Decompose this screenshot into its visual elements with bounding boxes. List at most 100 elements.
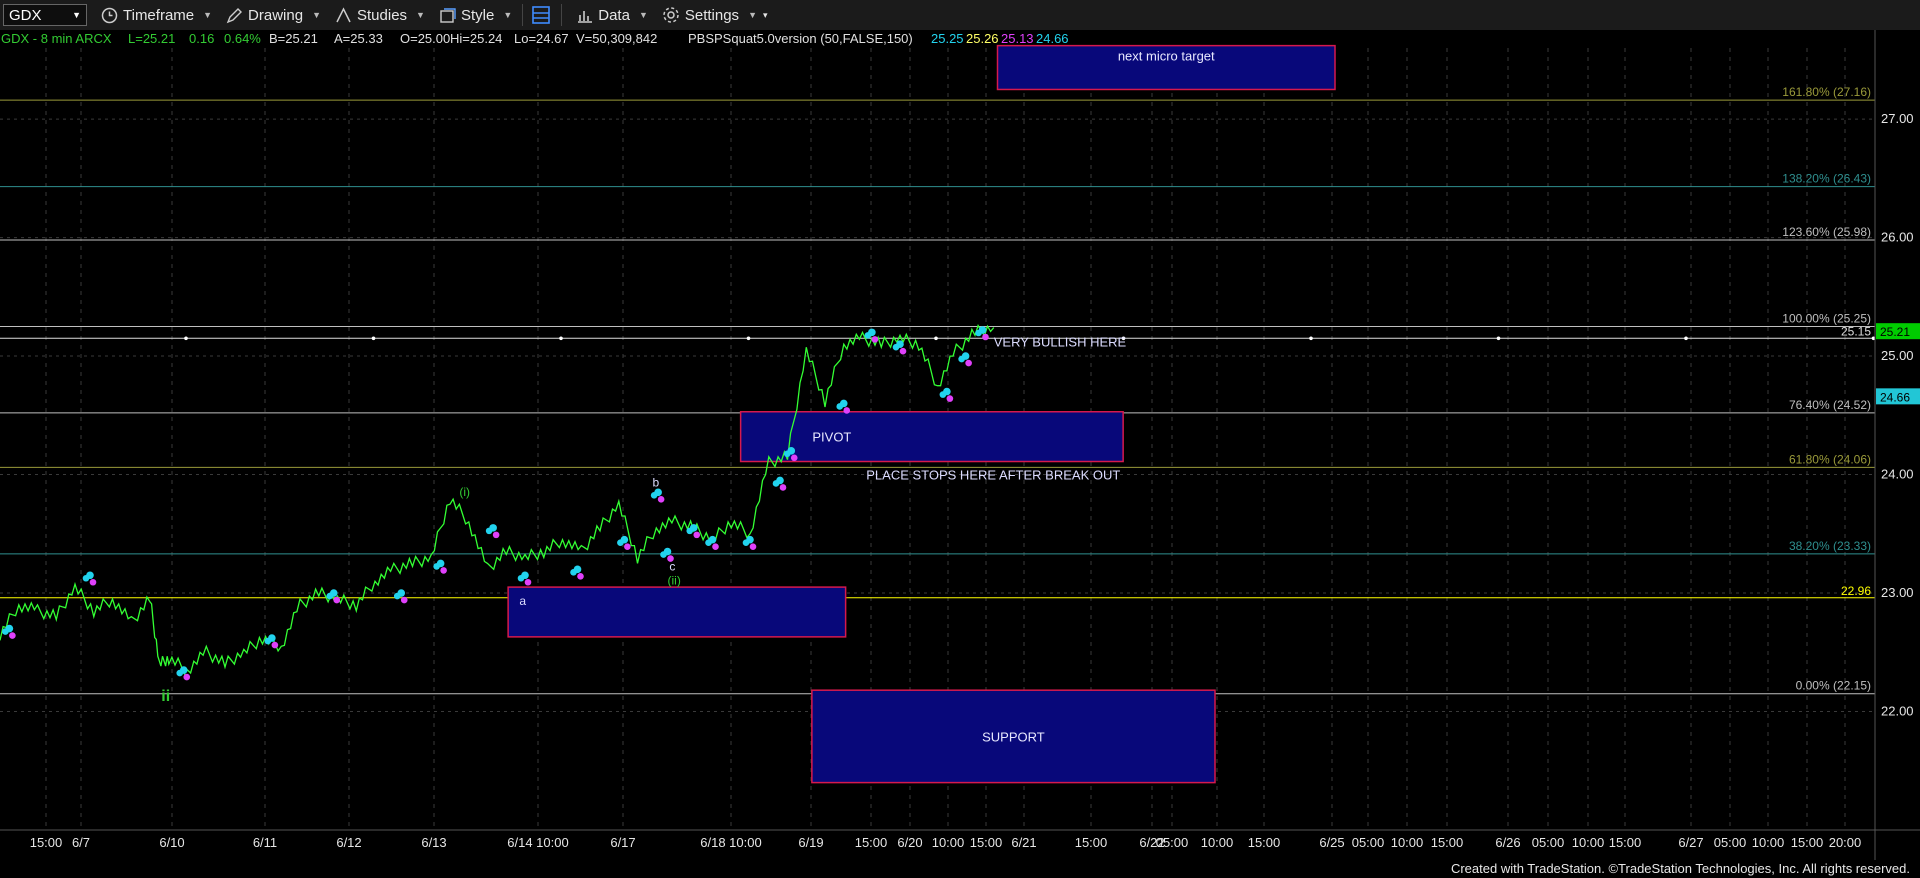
layout-icon — [532, 6, 551, 24]
x-tick-label: 6/19 — [798, 835, 823, 850]
x-tick-label: 15:00 — [1609, 835, 1642, 850]
annotation-label: (i) — [459, 485, 470, 499]
gear-icon — [663, 7, 679, 23]
pivot-low-marker — [790, 454, 798, 462]
pivot-marker — [660, 551, 667, 558]
x-tick-label: 05:00 — [1156, 835, 1189, 850]
x-tick-label: 20:00 — [1829, 835, 1862, 850]
y-tick-label: 24.00 — [1881, 467, 1914, 482]
pivot-marker — [2, 628, 9, 635]
x-tick-label: 05:00 — [1714, 835, 1747, 850]
pivot-low-marker — [871, 336, 879, 343]
pivot-marker — [433, 563, 440, 570]
settings-menu[interactable]: Settings ▼ — [662, 6, 757, 24]
fib-label: 76.40% (24.52) — [1789, 398, 1871, 412]
fib-label: 61.80% (24.06) — [1789, 452, 1871, 466]
x-tick-label: 6/26 — [1495, 835, 1520, 850]
pivot-marker — [772, 480, 780, 487]
price-tag-label: 25.21 — [1880, 325, 1910, 339]
timeframe-menu[interactable]: Timeframe ▼ — [101, 7, 212, 24]
x-tick-label: 6/17 — [610, 835, 635, 850]
zone-box-label: SUPPORT — [982, 729, 1045, 744]
x-tick-label: 10:00 — [1572, 835, 1605, 850]
data-menu[interactable]: Data ▼ — [576, 7, 648, 24]
pivot-low-marker — [333, 596, 341, 604]
pivot-low-marker — [657, 496, 665, 503]
x-tick-label: 6/12 — [336, 835, 361, 850]
hline-marker — [1684, 336, 1688, 341]
x-tick-label: 15:00 — [30, 835, 63, 850]
x-tick-label: 6/11 — [253, 835, 277, 850]
annotation-label: b — [653, 475, 660, 489]
chevron-down-icon: ▼ — [72, 10, 81, 20]
x-tick-label: 15:00 — [1248, 835, 1281, 850]
zone-box — [739, 410, 1124, 463]
data-label: Data — [598, 6, 630, 24]
style-menu[interactable]: Style ▼ — [439, 7, 512, 24]
layout-button[interactable] — [531, 5, 551, 25]
pivot-low-marker — [693, 531, 701, 539]
fib-label: 0.00% (22.15) — [1796, 679, 1871, 693]
pivot-marker — [393, 592, 401, 600]
caret-down-icon: ▼ — [503, 10, 513, 20]
caret-down-icon: ▼ — [203, 10, 213, 20]
header-symbol: GDX - 8 min ARCX — [1, 31, 112, 46]
study-value-1: 25.25 — [931, 31, 964, 46]
drawing-menu[interactable]: Drawing ▼ — [226, 7, 321, 24]
pivot-low-marker — [624, 543, 631, 551]
pivot-low-marker — [183, 673, 191, 681]
caret-down-icon: ▼ — [748, 10, 757, 20]
y-tick-label: 22.00 — [1881, 704, 1914, 719]
zone-box-label: next micro target — [1118, 49, 1215, 64]
x-tick-label: 6/14 10:00 — [507, 835, 568, 850]
pivot-marker — [783, 450, 791, 458]
pivot-low-marker — [843, 407, 851, 414]
pivot-low-marker — [9, 632, 16, 639]
pivot-low-marker — [779, 484, 787, 491]
style-label: Style — [460, 6, 495, 24]
toolbar-overflow-button[interactable]: ▾ — [763, 10, 768, 21]
x-tick-label: 6/18 10:00 — [700, 835, 761, 850]
zone-box — [507, 586, 847, 638]
study-value-3: 25.13 — [1001, 31, 1034, 46]
x-tick-label: 6/13 — [421, 835, 446, 850]
caret-down-icon: ▼ — [416, 10, 425, 20]
hline-label: 22.96 — [1841, 584, 1871, 598]
header-change: 0.16 — [189, 31, 214, 46]
pivot-marker — [686, 527, 694, 535]
symbol-value: GDX — [9, 6, 42, 24]
pivot-marker — [864, 332, 872, 339]
toolbar-divider — [522, 4, 524, 26]
pivot-marker — [836, 403, 844, 410]
x-tick-label: 6/21 — [1011, 835, 1036, 850]
footer-copyright: Created with TradeStation. ©TradeStation… — [1450, 861, 1910, 876]
hline-marker — [184, 336, 188, 341]
studies-menu[interactable]: Studies ▼ — [335, 7, 425, 24]
caret-down-icon: ▼ — [312, 10, 321, 20]
pivot-low-marker — [271, 641, 279, 649]
x-tick-label: 10:00 — [1391, 835, 1424, 850]
study-value-4: 24.66 — [1036, 31, 1069, 46]
pivot-marker — [650, 492, 658, 499]
pivot-low-marker — [89, 578, 97, 586]
header-last: L=25.21 — [128, 31, 175, 46]
y-tick-label: 26.00 — [1881, 230, 1914, 245]
pivot-marker — [892, 343, 900, 351]
symbol-selector[interactable]: GDX ▼ — [3, 4, 87, 26]
pivot-marker — [742, 539, 750, 547]
header-volume: V=50,309,842 — [576, 31, 657, 46]
pivot-low-marker — [982, 333, 989, 341]
x-tick-label: 6/10 — [159, 835, 184, 850]
annotation-label: (ii) — [668, 574, 681, 588]
pivot-marker — [939, 391, 947, 398]
clock-icon — [101, 7, 118, 23]
pencil-icon — [226, 7, 243, 23]
annotation-label: c — [669, 560, 675, 574]
x-tick-label: 15:00 — [855, 835, 888, 850]
pivot-marker — [705, 539, 712, 547]
pivot-low-marker — [946, 395, 954, 402]
pivot-low-marker — [577, 573, 584, 580]
hline-marker — [559, 336, 563, 341]
x-tick-label: 15:00 — [1791, 835, 1824, 850]
price-chart[interactable]: 161.80% (27.16) 138.20% (26.43) 123.60% (2… — [0, 30, 1920, 860]
